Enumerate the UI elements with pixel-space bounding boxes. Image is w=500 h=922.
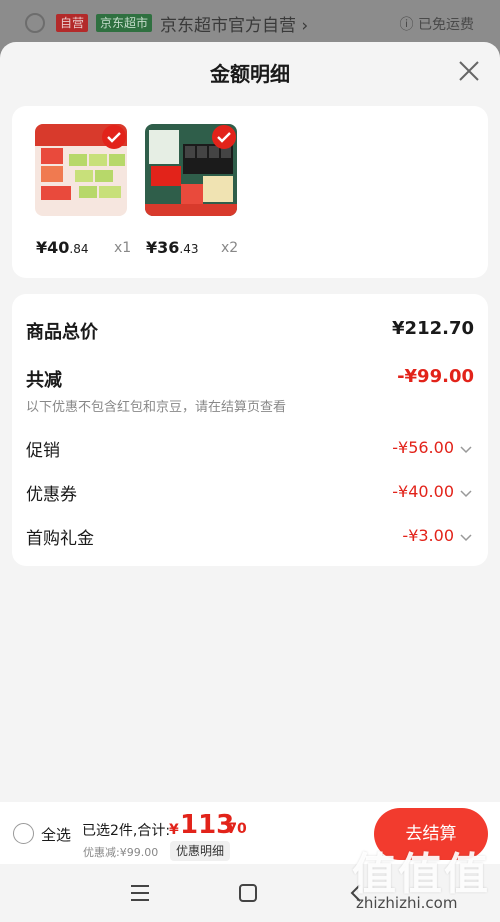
selected-check-icon[interactable]: [211, 124, 237, 150]
discount-note: 以下优惠不包含红包和京豆，请在结算页查看: [26, 400, 287, 415]
discount-value: -¥56.00: [392, 438, 454, 457]
watermark-logo: 值值值: [352, 849, 490, 900]
product-list-card: ¥40.84 x1 ¥36.43 x2: [12, 106, 488, 278]
home-icon[interactable]: [239, 884, 257, 902]
discount-label: 促销: [26, 441, 60, 461]
reduce-label: 共减: [26, 370, 62, 391]
chevron-down-icon[interactable]: [460, 490, 472, 498]
discount-label: 优惠券: [26, 485, 77, 505]
selected-check-icon[interactable]: [101, 124, 127, 150]
product-quantity: x2: [221, 240, 239, 256]
sheet-title: 金额明细: [210, 62, 290, 86]
jd-market-badge: 京东超市: [96, 14, 153, 32]
amount-detail-sheet: 金额明细 ¥40.84 x1 ¥36.43 x2 商品总价 ¥212.70 共减…: [0, 42, 500, 922]
select-all-label[interactable]: 全选: [41, 824, 71, 845]
menu-icon[interactable]: [130, 884, 150, 902]
product-quantity: x1: [114, 240, 132, 256]
total-price-label: 商品总价: [26, 322, 98, 343]
discount-detail-button[interactable]: 优惠明细: [170, 841, 231, 861]
store-name[interactable]: 京东超市官方自营 ›: [160, 11, 308, 36]
chevron-down-icon[interactable]: [460, 534, 472, 542]
product-price: ¥36.43: [146, 238, 199, 257]
store-select-radio[interactable]: [25, 13, 45, 33]
watermark-url: zhizhizhi.com: [356, 894, 458, 912]
total-currency: ¥: [169, 822, 179, 838]
discount-label: 首购礼金: [26, 529, 94, 549]
reduce-value: -¥99.00: [397, 366, 474, 387]
self-operated-badge: 自营: [56, 14, 89, 32]
select-all-radio[interactable]: [13, 823, 34, 844]
product-thumbnail[interactable]: [145, 124, 237, 216]
discount-value: -¥40.00: [392, 482, 454, 501]
chevron-down-icon[interactable]: [460, 446, 472, 454]
close-icon[interactable]: [458, 60, 480, 82]
discount-value: -¥3.00: [402, 526, 454, 545]
total-amount-decimal: .70: [222, 821, 247, 837]
shipping-status: ⓘ 已免运费: [399, 17, 474, 33]
price-summary-card: 商品总价 ¥212.70 共减 -¥99.00 以下优惠不包含红包和京豆，请在结…: [12, 294, 488, 566]
product-price: ¥40.84: [36, 238, 89, 257]
selected-count-text: 已选2件,合计:: [82, 823, 171, 839]
saved-amount: 优惠减:¥99.00: [83, 846, 159, 859]
product-thumbnail[interactable]: [35, 124, 127, 216]
total-price-value: ¥212.70: [392, 318, 474, 339]
